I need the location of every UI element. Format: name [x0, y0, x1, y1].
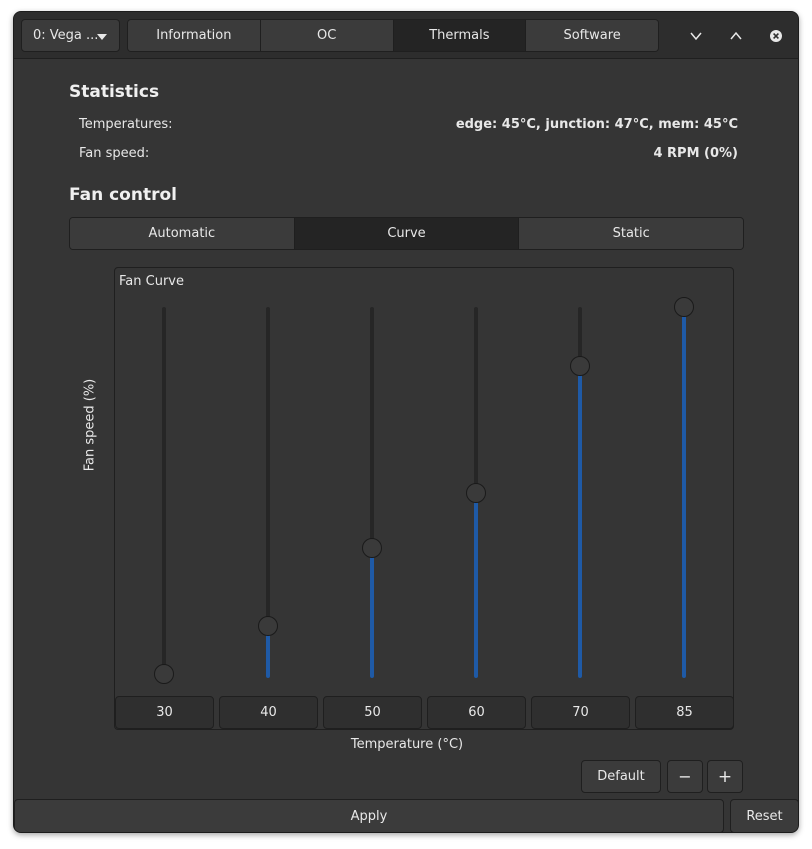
- default-button[interactable]: Default: [581, 760, 661, 793]
- mode-automatic-tab[interactable]: Automatic: [70, 218, 295, 249]
- fan-control-heading: Fan control: [69, 185, 177, 205]
- main-tabs: Information OC Thermals Software: [127, 19, 659, 52]
- mode-label: Curve: [387, 226, 426, 241]
- temperature-point-field[interactable]: 60: [427, 696, 526, 729]
- fan-speed-slider-fill: [370, 548, 374, 678]
- apply-button-label: Apply: [350, 808, 388, 824]
- mode-static-tab[interactable]: Static: [519, 218, 743, 249]
- chevron-up-icon[interactable]: [722, 22, 750, 50]
- fan-speed-slider-handle[interactable]: [362, 538, 382, 559]
- tab-software[interactable]: Software: [526, 20, 658, 51]
- default-button-label: Default: [597, 769, 645, 784]
- temperature-point-field[interactable]: 30: [115, 696, 214, 729]
- fan-speed-slider-fill: [578, 366, 582, 678]
- fan-speed-value: 4 RPM (0%): [653, 146, 738, 161]
- apply-button[interactable]: Apply: [14, 799, 724, 832]
- statistics-heading: Statistics: [69, 82, 160, 102]
- fan-speed-slider-handle[interactable]: [258, 616, 278, 637]
- minus-icon: −: [678, 767, 692, 786]
- tab-information[interactable]: Information: [128, 20, 261, 51]
- mode-label: Static: [612, 226, 650, 241]
- fan-speed-slider-handle[interactable]: [674, 297, 694, 317]
- tab-label: OC: [316, 28, 337, 43]
- reset-button-label: Reset: [746, 808, 783, 824]
- thermals-page: Statistics Temperatures: edge: 45°C, jun…: [14, 60, 798, 800]
- app-window: 0: Vega ... Information OC Thermals Soft…: [13, 11, 799, 833]
- temperature-point-field[interactable]: 40: [219, 696, 318, 729]
- gpu-selector-label: 0: Vega ...: [33, 28, 99, 43]
- reset-button[interactable]: Reset: [730, 799, 798, 832]
- tab-label: Thermals: [429, 28, 490, 43]
- mode-curve-tab[interactable]: Curve: [294, 218, 520, 249]
- dropdown-arrow-icon: [97, 34, 107, 40]
- temperature-point-field[interactable]: 70: [531, 696, 630, 729]
- fan-speed-slider-fill: [682, 307, 686, 678]
- fan-speed-label: Fan speed:: [79, 146, 150, 161]
- fan-mode-tabs: Automatic Curve Static: [69, 217, 744, 250]
- fan-speed-slider-track[interactable]: [162, 307, 166, 678]
- temperatures-label: Temperatures:: [79, 117, 173, 132]
- fan-speed-slider-handle[interactable]: [466, 482, 486, 503]
- close-icon[interactable]: [762, 22, 790, 50]
- fan-speed-slider-handle[interactable]: [154, 664, 174, 684]
- remove-point-button[interactable]: −: [667, 760, 703, 793]
- gpu-selector[interactable]: 0: Vega ...: [21, 19, 120, 52]
- fan-curve-frame: Fan Curve 30 40 50 60 70 85: [114, 267, 734, 730]
- chevron-down-icon[interactable]: [682, 22, 710, 50]
- tab-label: Information: [156, 28, 232, 43]
- fan-curve-title: Fan Curve: [119, 274, 184, 289]
- fan-speed-slider-fill: [474, 492, 478, 678]
- add-point-button[interactable]: +: [707, 760, 743, 793]
- header-bar: 0: Vega ... Information OC Thermals Soft…: [14, 12, 798, 59]
- plus-icon: +: [717, 766, 733, 787]
- mode-label: Automatic: [148, 226, 216, 241]
- temperature-point-field[interactable]: 50: [323, 696, 422, 729]
- temperature-axis-label: Temperature (°C): [350, 737, 464, 752]
- tab-thermals[interactable]: Thermals: [393, 20, 527, 51]
- temperature-point-field[interactable]: 85: [635, 696, 734, 729]
- tab-label: Software: [563, 28, 621, 43]
- fan-speed-axis-label: Fan speed (%): [82, 378, 98, 472]
- fan-speed-slider-handle[interactable]: [570, 356, 590, 377]
- temperatures-value: edge: 45°C, junction: 47°C, mem: 45°C: [455, 117, 738, 132]
- tab-oc[interactable]: OC: [260, 20, 394, 51]
